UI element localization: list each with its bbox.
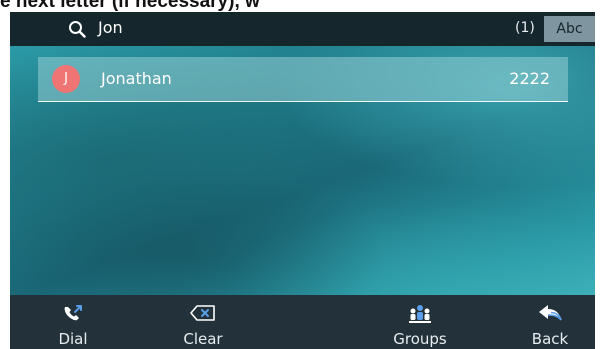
phone-screen: Jon (1) Abc J Jonathan 2222 Dial Clear G… — [10, 12, 595, 349]
back-label: Back — [531, 330, 569, 348]
back-softkey[interactable]: Back — [505, 295, 595, 349]
softkey-bar: Dial Clear Groups Back — [10, 295, 595, 349]
phone-dial-icon — [64, 305, 82, 321]
groups-icon — [409, 305, 431, 323]
groups-softkey[interactable]: Groups — [375, 295, 465, 349]
back-arrow-icon — [539, 305, 562, 321]
dial-softkey[interactable]: Dial — [28, 295, 118, 349]
document-caption: e next letter (if necessary), w — [0, 0, 260, 11]
result-count: (1) — [515, 20, 535, 36]
contact-row[interactable]: J Jonathan 2222 — [38, 57, 568, 102]
dial-label: Dial — [58, 330, 88, 348]
clear-softkey[interactable]: Clear — [158, 295, 248, 349]
search-query[interactable]: Jon — [98, 18, 123, 37]
search-bar[interactable]: Jon (1) Abc — [10, 12, 595, 46]
avatar: J — [52, 65, 80, 93]
contact-number: 2222 — [509, 69, 550, 88]
backspace-icon — [190, 305, 215, 321]
input-mode-button[interactable]: Abc — [544, 16, 595, 42]
contact-name: Jonathan — [101, 69, 172, 88]
search-icon — [69, 21, 86, 38]
groups-label: Groups — [393, 330, 447, 348]
clear-label: Clear — [183, 330, 223, 348]
